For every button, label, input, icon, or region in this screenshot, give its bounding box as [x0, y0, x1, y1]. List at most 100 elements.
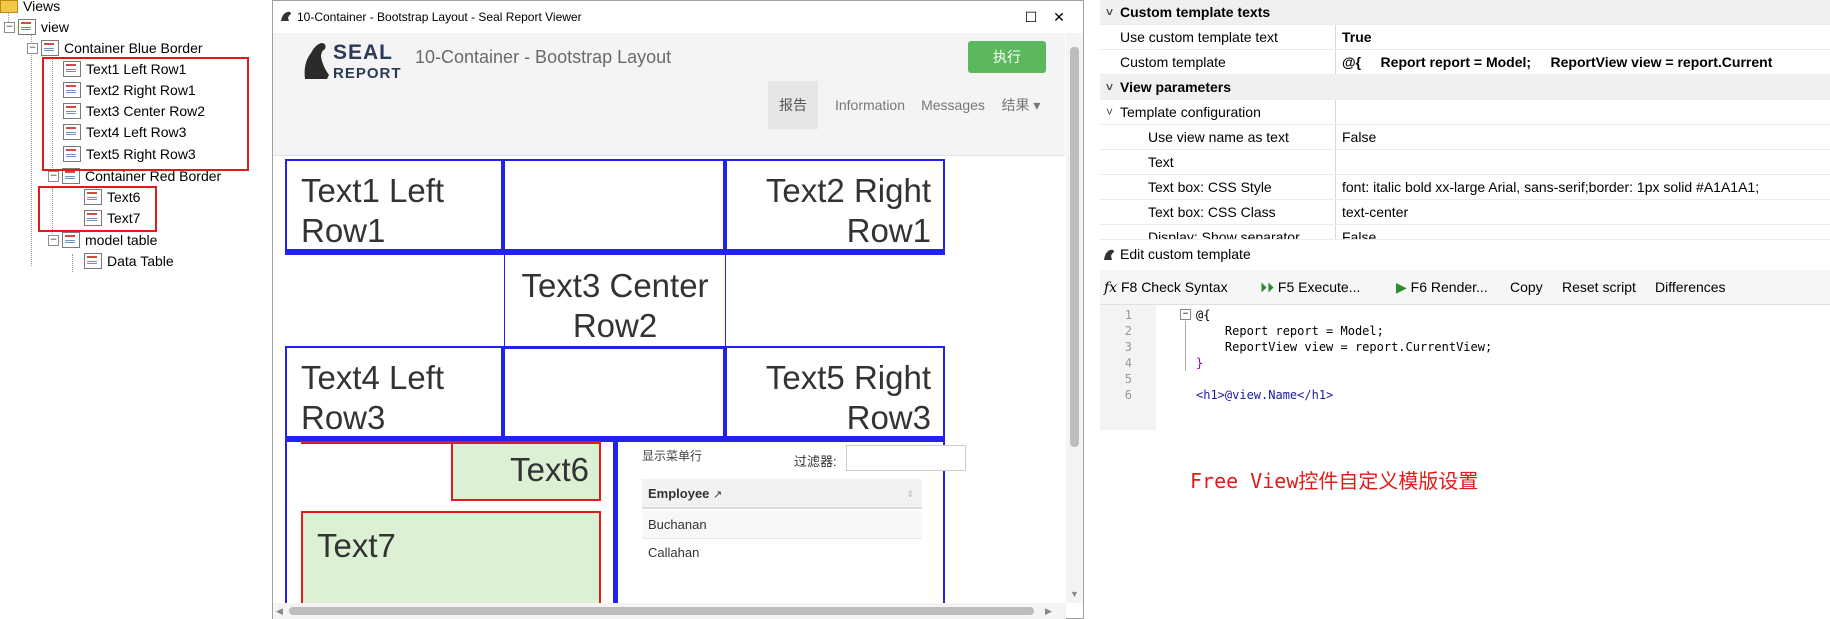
close-button[interactable]: ✕ — [1045, 7, 1073, 27]
text5-cell: Text5 Right Row3 — [725, 346, 945, 442]
tree-node-data-table[interactable]: Data Table — [84, 250, 174, 272]
vertical-scrollbar[interactable]: ▼ — [1066, 33, 1083, 603]
tree-node-views[interactable]: Views — [0, 0, 60, 17]
property-template-configuration[interactable]: ˅ Template configuration — [1100, 100, 1830, 125]
text6-cell: Text6 — [451, 441, 601, 501]
text3-label: Text3 Center Row2 — [521, 267, 709, 344]
category-view-parameters[interactable]: ˅ View parameters — [1100, 75, 1830, 100]
property-use-view-name-as-text[interactable]: Use view name as text False — [1100, 125, 1830, 150]
reset-script-button[interactable]: Reset script — [1562, 270, 1636, 304]
tab-information[interactable]: Information — [828, 81, 912, 129]
property-custom-template[interactable]: Custom template @{ Report report = Model… — [1100, 50, 1830, 75]
chevron-down-icon[interactable]: ˅ — [1106, 75, 1113, 99]
view-icon — [18, 19, 36, 35]
property-text[interactable]: Text — [1100, 150, 1830, 175]
seal-app-icon — [281, 11, 291, 21]
text4-label: Text4 Left Row3 — [301, 359, 445, 436]
function-icon: fx — [1104, 280, 1118, 296]
execute-script-button[interactable]: ⏵⏵ F5 Execute... — [1260, 270, 1360, 304]
text6-label: Text6 — [510, 451, 589, 488]
report-title: 10-Container - Bootstrap Layout — [415, 47, 672, 67]
property-textbox-css-style[interactable]: Text box: CSS Style font: italic bold xx… — [1100, 175, 1830, 200]
report-viewer-window: 10-Container - Bootstrap Layout - Seal R… — [272, 0, 1084, 619]
horizontal-scroll-thumb[interactable] — [289, 607, 1034, 615]
property-use-custom-template-text[interactable]: Use custom template text True — [1100, 25, 1830, 50]
view-icon — [62, 232, 80, 248]
property-grid: ˅ Custom template texts Use custom templ… — [1100, 0, 1830, 240]
text7-label: Text7 — [317, 527, 396, 564]
seal-app-icon — [1104, 249, 1114, 260]
execute-button[interactable]: 执行 — [968, 41, 1046, 73]
scroll-right-icon[interactable]: ▶ — [1045, 606, 1052, 617]
vertical-scroll-thumb[interactable] — [1070, 47, 1079, 447]
tab-messages[interactable]: Messages — [915, 81, 991, 129]
folder-icon — [0, 0, 18, 13]
collapse-icon[interactable]: − — [48, 234, 59, 246]
fold-line — [1185, 321, 1186, 371]
seal-logo-icon — [304, 43, 329, 79]
maximize-button[interactable]: ☐ — [1017, 7, 1045, 27]
code-editor[interactable]: 1 2 3 4 5 6 − @{ Report report = Model; … — [1100, 305, 1830, 430]
sort-icon[interactable]: ⇕ — [906, 479, 914, 509]
tree-node-view[interactable]: − view — [4, 16, 69, 38]
tab-report[interactable]: 报告 — [768, 81, 818, 129]
text4-cell: Text4 Left Row3 — [285, 346, 503, 442]
text7-cell: Text7 — [301, 511, 601, 611]
template-editor: Edit custom template fx F8 Check Syntax … — [1100, 240, 1830, 432]
horizontal-scrollbar[interactable]: ◀ ▶ — [273, 603, 1066, 619]
collapse-icon[interactable]: − — [27, 42, 38, 54]
editor-toolbar: fx F8 Check Syntax ⏵⏵ F5 Execute... ▶ F6… — [1100, 270, 1830, 305]
fold-icon[interactable]: − — [1180, 309, 1191, 320]
data-table-container: 显示菜单行 过滤器: Employee ↗ ⇕ Buchanan Callaha… — [615, 441, 966, 603]
property-display-show-separator[interactable]: Display: Show separator False — [1100, 225, 1830, 240]
render-button[interactable]: ▶ F6 Render... — [1396, 270, 1488, 304]
text3-cell: Text3 Center Row2 — [504, 253, 726, 349]
code-line: } — [1196, 356, 1204, 370]
viewer-content: SEAL REPORT 10-Container - Bootstrap Lay… — [273, 33, 1083, 619]
play-icon: ▶ — [1396, 279, 1407, 295]
code-line: @{ — [1196, 308, 1211, 322]
chevron-down-icon[interactable]: ˅ — [1106, 100, 1113, 124]
window-titlebar[interactable]: 10-Container - Bootstrap Layout - Seal R… — [273, 1, 1083, 33]
seal-report-logo: SEAL REPORT — [301, 37, 401, 87]
scroll-left-icon[interactable]: ◀ — [276, 606, 283, 617]
line-number-gutter: 1 2 3 4 5 6 — [1100, 305, 1156, 430]
text2-cell: Text2 Right Row1 — [725, 159, 945, 255]
copy-button[interactable]: Copy — [1510, 270, 1543, 304]
code-line: ReportView view = report.CurrentView; — [1196, 340, 1493, 354]
text2-label: Text2 Right Row1 — [765, 172, 931, 249]
text1-label: Text1 Left Row1 — [301, 172, 445, 249]
filter-label: 过滤器: — [794, 454, 837, 469]
tab-results-dropdown[interactable]: 结果 ▾ — [995, 81, 1047, 129]
code-line: Report report = Model; — [1196, 324, 1384, 338]
text5-label: Text5 Right Row3 — [765, 359, 931, 436]
view-icon — [84, 253, 102, 269]
empty-cell-row3 — [503, 346, 725, 442]
category-custom-template-texts[interactable]: ˅ Custom template texts — [1100, 0, 1830, 25]
highlight-box-blue-items — [42, 57, 249, 171]
check-syntax-button[interactable]: fx F8 Check Syntax — [1104, 270, 1228, 304]
tree-node-model-table[interactable]: − model table — [48, 229, 157, 251]
differences-button[interactable]: Differences — [1655, 270, 1726, 304]
red-top-line — [301, 441, 601, 444]
scroll-down-icon[interactable]: ▼ — [1070, 589, 1079, 599]
chevron-down-icon[interactable]: ˅ — [1106, 0, 1113, 24]
collapse-icon[interactable]: − — [48, 170, 59, 182]
highlight-box-red-items — [38, 186, 157, 232]
minimize-button[interactable] — [989, 7, 1017, 27]
collapse-icon[interactable]: − — [4, 21, 15, 33]
column-header-employee[interactable]: Employee ↗ ⇕ — [642, 479, 922, 509]
property-textbox-css-class[interactable]: Text box: CSS Class text-center — [1100, 200, 1830, 225]
report-tree: Views − view − Container Blue Border Tex… — [0, 0, 262, 619]
view-icon — [41, 40, 59, 56]
empty-cell-row1 — [503, 159, 725, 255]
tree-node-container-blue[interactable]: − Container Blue Border — [27, 37, 203, 59]
text1-cell: Text1 Left Row1 — [285, 159, 503, 255]
table-row[interactable]: Callahan — [642, 539, 922, 567]
code-line: <h1>@view.Name</h1> — [1196, 388, 1334, 402]
editor-title-bar: Edit custom template — [1100, 240, 1830, 268]
external-link-icon: ↗ — [713, 489, 723, 501]
filter-input[interactable] — [846, 445, 966, 471]
window-title: 10-Container - Bootstrap Layout - Seal R… — [297, 10, 582, 24]
table-row[interactable]: Buchanan — [642, 511, 922, 539]
